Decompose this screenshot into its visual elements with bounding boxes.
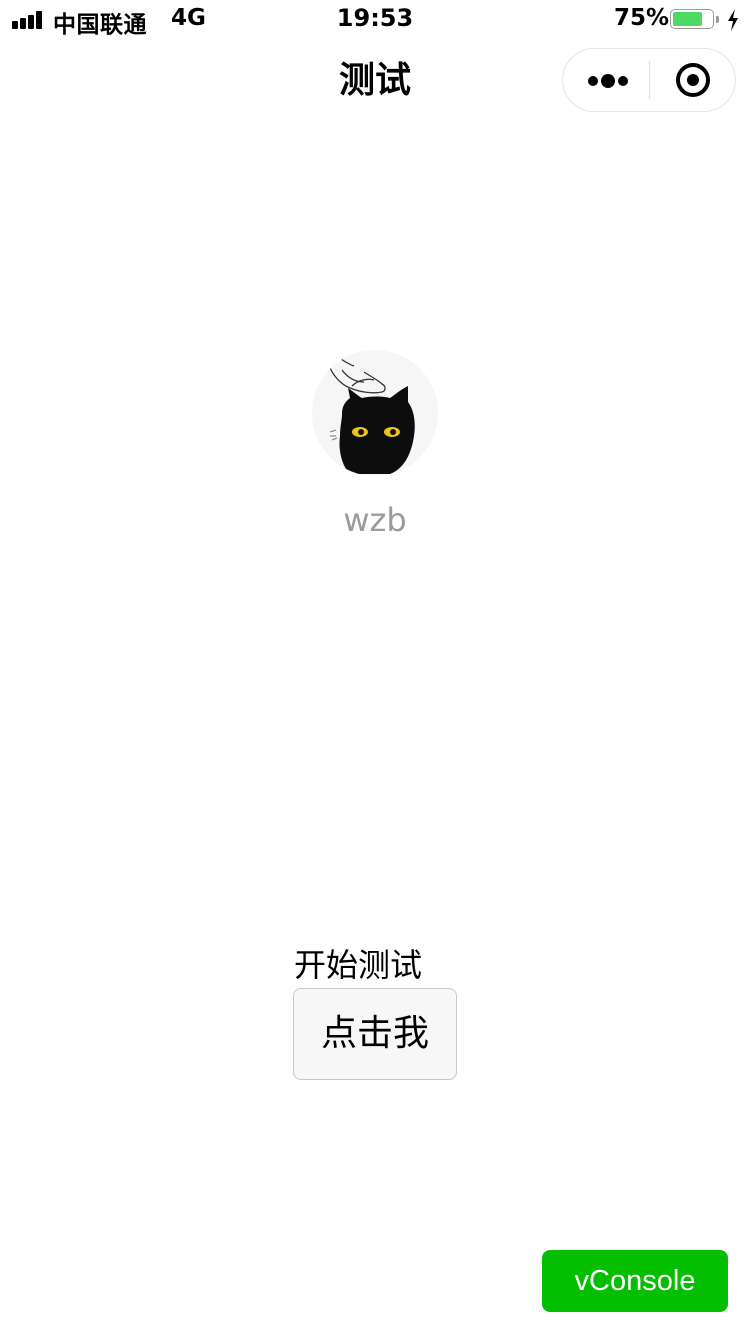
username: wzb bbox=[343, 501, 407, 539]
status-bar: 中国联通 4G 19:53 75% bbox=[0, 0, 750, 40]
more-dots-icon[interactable] bbox=[563, 49, 650, 111]
mini-program-capsule bbox=[562, 48, 736, 112]
capsule-divider bbox=[649, 61, 650, 99]
target-close-icon[interactable] bbox=[651, 49, 737, 111]
vconsole-button[interactable]: vConsole bbox=[542, 1250, 728, 1312]
start-test-label: 开始测试 bbox=[294, 946, 423, 984]
screen: 中国联通 4G 19:53 75% 测试 wzb 开始测试 点击我 vConso… bbox=[0, 0, 750, 1334]
charging-icon bbox=[728, 9, 738, 31]
click-me-button[interactable]: 点击我 bbox=[293, 988, 457, 1080]
battery-icon bbox=[670, 9, 719, 31]
battery-level-fill bbox=[673, 12, 702, 26]
battery-percent: 75% bbox=[614, 5, 670, 31]
cat-avatar bbox=[312, 350, 438, 476]
